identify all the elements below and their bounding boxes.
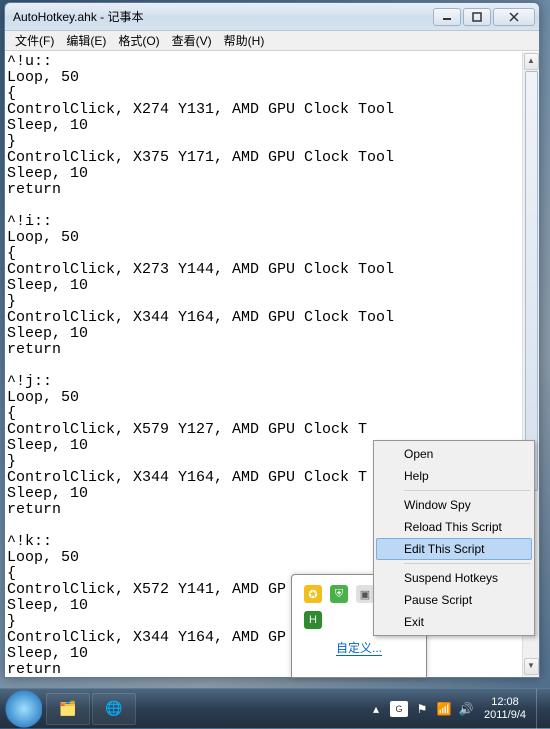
tray-lang-icon[interactable]: G (390, 701, 408, 717)
tray-icon-360[interactable]: ✪ (304, 585, 322, 603)
tray-action-center-icon[interactable]: ⚑ (414, 701, 430, 717)
ctx-sep-2 (404, 563, 530, 564)
clock-time: 12:08 (484, 696, 526, 709)
ctx-window-spy[interactable]: Window Spy (376, 494, 532, 516)
clock-date: 2011/9/4 (484, 709, 526, 722)
ctx-reload-script[interactable]: Reload This Script (376, 516, 532, 538)
ctx-suspend-hotkeys[interactable]: Suspend Hotkeys (376, 567, 532, 589)
minimize-button[interactable] (433, 8, 461, 26)
menu-edit[interactable]: 编辑(E) (60, 30, 112, 51)
scroll-down-button[interactable]: ▼ (524, 658, 539, 675)
close-button[interactable] (493, 8, 535, 26)
scroll-up-button[interactable]: ▲ (524, 53, 539, 70)
context-menu: Open Help Window Spy Reload This Script … (373, 440, 535, 636)
menu-file[interactable]: 文件(F) (9, 30, 60, 51)
menu-help[interactable]: 帮助(H) (218, 30, 271, 51)
menu-format[interactable]: 格式(O) (112, 30, 165, 51)
task-icons: 🗂️ 🌐 (46, 693, 136, 725)
taskbar-clock[interactable]: 12:08 2011/9/4 (480, 696, 530, 722)
window-title: AutoHotkey.ahk - 记事本 (13, 8, 431, 25)
menubar: 文件(F) 编辑(E) 格式(O) 查看(V) 帮助(H) (5, 31, 539, 51)
taskbar: 🗂️ 🌐 ▴ G ⚑ 📶 🔊 12:08 2011/9/4 (0, 688, 550, 728)
ctx-exit[interactable]: Exit (376, 611, 532, 633)
system-tray: ▴ G ⚑ 📶 🔊 12:08 2011/9/4 (368, 689, 550, 729)
tray-icon-ahk[interactable]: H (304, 611, 322, 629)
ctx-open[interactable]: Open (376, 443, 532, 465)
tray-customize-link[interactable]: 自定义... (292, 633, 426, 660)
maximize-button[interactable] (463, 8, 491, 26)
scroll-thumb[interactable] (525, 71, 538, 491)
tray-network-icon[interactable]: 📶 (436, 701, 452, 717)
task-icon-chrome[interactable]: 🌐 (92, 693, 136, 725)
menu-view[interactable]: 查看(V) (166, 30, 218, 51)
titlebar: AutoHotkey.ahk - 记事本 (5, 3, 539, 31)
tray-icon-shield[interactable]: ⛨ (330, 585, 348, 603)
ctx-sep-1 (404, 490, 530, 491)
show-desktop-button[interactable] (536, 689, 546, 729)
ctx-pause-script[interactable]: Pause Script (376, 589, 532, 611)
ctx-help[interactable]: Help (376, 465, 532, 487)
tray-volume-icon[interactable]: 🔊 (458, 701, 474, 717)
task-icon-explorer[interactable]: 🗂️ (46, 693, 90, 725)
start-button[interactable] (0, 689, 42, 729)
ctx-edit-script[interactable]: Edit This Script (376, 538, 532, 560)
tray-overflow-button[interactable]: ▴ (368, 701, 384, 717)
tray-icon-generic[interactable]: ▣ (356, 585, 374, 603)
